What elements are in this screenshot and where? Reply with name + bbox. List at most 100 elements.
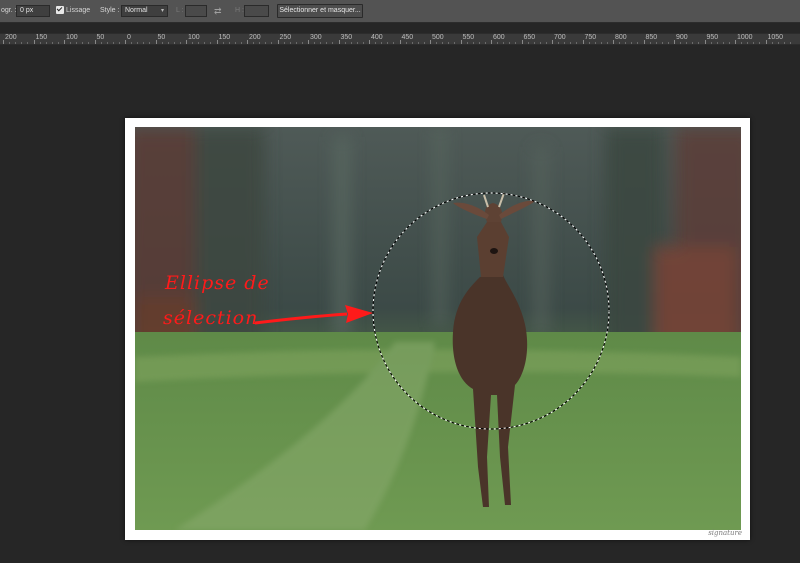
- ruler-minor-mark: [564, 42, 566, 44]
- ruler-minor-mark: [228, 42, 230, 44]
- ruler-minor-mark: [655, 42, 657, 44]
- ruler-minor-mark: [741, 42, 743, 44]
- ruler-major-mark: [491, 40, 492, 44]
- ruler-minor-mark: [588, 42, 590, 44]
- ruler-major-mark: [765, 40, 767, 44]
- ruler-minor-mark: [423, 42, 425, 44]
- ruler-major-mark: [125, 40, 126, 44]
- ruler-minor-mark: [497, 42, 499, 44]
- annotation-line1: Ellipse de: [165, 272, 270, 294]
- ruler-minor-mark: [143, 42, 145, 44]
- ruler-minor-mark: [631, 42, 633, 44]
- ruler-minor-mark: [210, 42, 212, 44]
- ruler-minor-mark: [381, 42, 383, 44]
- ruler-major-mark: [216, 40, 218, 44]
- ruler-minor-mark: [405, 42, 407, 44]
- ruler-minor-mark: [192, 42, 194, 44]
- ruler-tick-label: 850: [645, 34, 658, 41]
- feather-input[interactable]: 0 px: [16, 5, 50, 17]
- ruler-major-mark: [552, 40, 553, 44]
- ruler-major-mark: [704, 40, 706, 44]
- ruler-minor-mark: [442, 42, 444, 44]
- ruler-major-mark: [33, 40, 35, 44]
- ruler-minor-mark: [100, 42, 102, 44]
- ruler-tick-label: 550: [462, 34, 475, 41]
- ruler-minor-mark: [45, 42, 47, 44]
- style-select-value: Normal: [125, 7, 148, 14]
- ruler-minor-mark: [222, 42, 224, 44]
- ruler-minor-mark: [301, 42, 303, 44]
- ruler-tick-label: 800: [615, 34, 627, 41]
- ruler-tick-label: 700: [554, 34, 566, 41]
- horizontal-ruler[interactable]: 200 150 100 50 0 50 100 150 200 250 300 350 400 450 50…: [0, 33, 800, 45]
- ruler-minor-mark: [88, 42, 90, 44]
- ruler-minor-mark: [722, 42, 724, 44]
- ruler-tick-label: 900: [676, 34, 688, 41]
- ruler-minor-mark: [576, 42, 578, 44]
- ruler-minor-mark: [533, 42, 535, 44]
- ruler-minor-mark: [515, 42, 517, 44]
- ruler-minor-mark: [314, 42, 316, 44]
- ruler-minor-mark: [9, 42, 11, 44]
- ruler-minor-mark: [204, 42, 206, 44]
- ruler-minor-mark: [777, 42, 779, 44]
- antialias-checkbox[interactable]: [56, 6, 64, 14]
- ruler-minor-mark: [271, 42, 273, 44]
- ruler-minor-mark: [295, 42, 297, 44]
- ruler-major-mark: [277, 40, 279, 44]
- ruler-tick-label: 150: [35, 34, 48, 41]
- width-input[interactable]: [185, 5, 207, 17]
- ruler-minor-mark: [759, 42, 761, 44]
- style-select[interactable]: Normal ▾: [121, 5, 168, 17]
- ruler-minor-mark: [39, 42, 41, 44]
- ruler-minor-mark: [539, 42, 541, 44]
- ruler-minor-mark: [625, 42, 627, 44]
- canvas-document[interactable]: Ellipse de sélection signature: [125, 118, 750, 540]
- ruler-minor-mark: [15, 42, 17, 44]
- ruler-minor-mark: [27, 42, 29, 44]
- ruler-minor-mark: [21, 42, 23, 44]
- ruler-tick-label: 350: [340, 34, 353, 41]
- ruler-minor-mark: [82, 42, 84, 44]
- ruler-minor-mark: [509, 42, 511, 44]
- ruler-minor-mark: [57, 42, 59, 44]
- ruler-tick-label: 600: [493, 34, 505, 41]
- ruler-tick-label: 1000: [737, 34, 753, 41]
- height-input[interactable]: [244, 5, 269, 17]
- ruler-tick-label: 150: [218, 34, 231, 41]
- select-and-mask-button[interactable]: Sélectionner et masquer...: [277, 4, 363, 18]
- ruler-minor-mark: [411, 42, 413, 44]
- ruler-minor-mark: [417, 42, 419, 44]
- ruler-major-mark: [430, 40, 431, 44]
- feather-label: ogr. :: [1, 7, 17, 14]
- ruler-minor-mark: [466, 42, 468, 44]
- annotation-line2: sélection: [163, 307, 259, 329]
- ruler-minor-mark: [527, 42, 529, 44]
- ruler-major-mark: [338, 40, 340, 44]
- ruler-minor-mark: [283, 42, 285, 44]
- ruler-minor-mark: [51, 42, 53, 44]
- ruler-major-mark: [521, 40, 523, 44]
- ruler-minor-mark: [118, 42, 120, 44]
- ruler-minor-mark: [728, 42, 730, 44]
- ruler-major-mark: [460, 40, 462, 44]
- ruler-minor-mark: [332, 42, 334, 44]
- ruler-major-mark: [64, 40, 65, 44]
- swap-icon[interactable]: ⇄: [214, 5, 222, 17]
- ruler-minor-mark: [387, 42, 389, 44]
- ruler-major-mark: [186, 40, 187, 44]
- ruler-minor-mark: [161, 42, 163, 44]
- ruler-minor-mark: [167, 42, 169, 44]
- ruler-minor-mark: [606, 42, 608, 44]
- ruler-tick-label: 100: [66, 34, 78, 41]
- ruler-tick-label: 0: [127, 34, 131, 41]
- ruler-major-mark: [369, 40, 370, 44]
- antialias-label: Lissage: [66, 7, 91, 14]
- ruler-minor-mark: [680, 42, 682, 44]
- ruler-minor-mark: [198, 42, 200, 44]
- ruler-minor-mark: [240, 42, 242, 44]
- ruler-tick-label: 250: [279, 34, 292, 41]
- ruler-tick-label: 500: [432, 34, 444, 41]
- ruler-minor-mark: [131, 42, 133, 44]
- ruler-minor-mark: [789, 42, 791, 44]
